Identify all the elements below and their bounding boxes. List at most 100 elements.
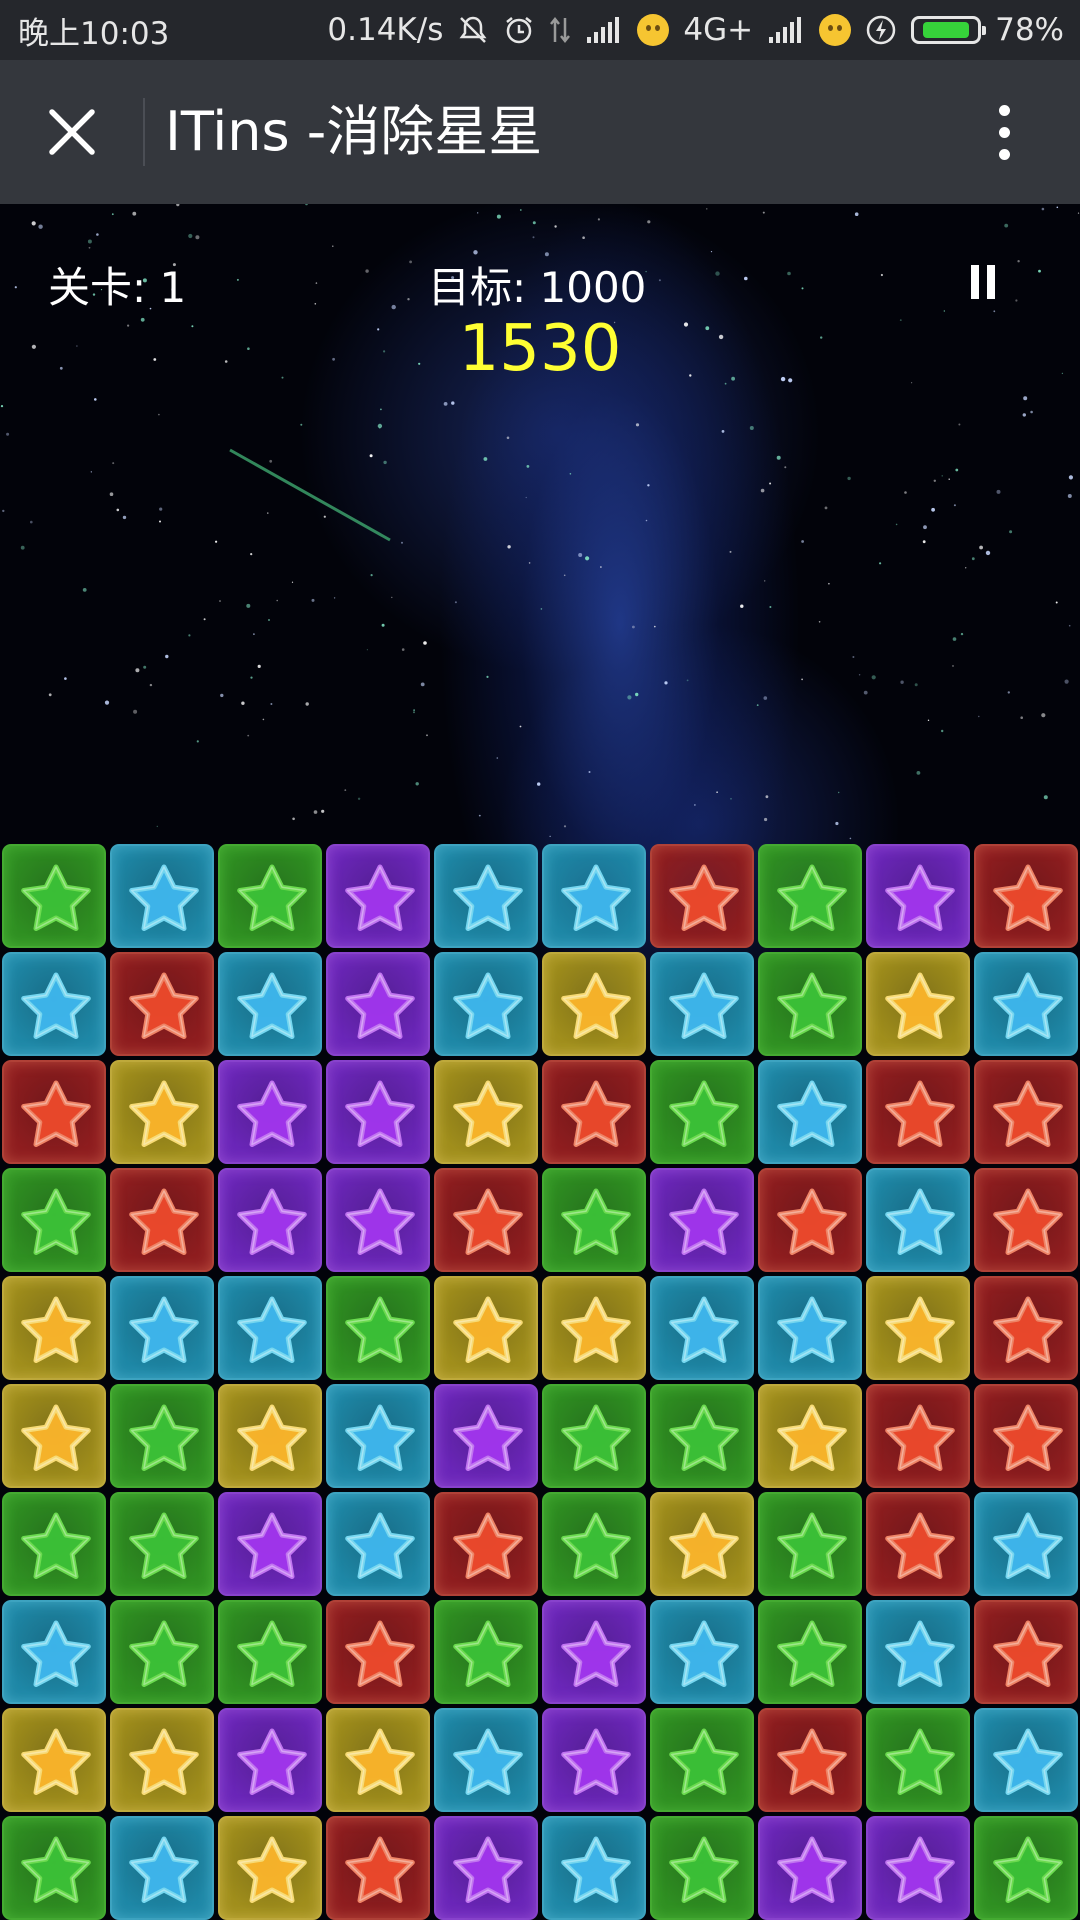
- star-tile-yellow[interactable]: [2, 1276, 106, 1380]
- star-tile-yellow[interactable]: [866, 1276, 970, 1380]
- star-tile-purple[interactable]: [218, 1708, 322, 1812]
- star-tile-green[interactable]: [974, 1816, 1078, 1920]
- star-tile-blue[interactable]: [326, 1492, 430, 1596]
- star-tile-purple[interactable]: [542, 1600, 646, 1704]
- star-tile-blue[interactable]: [866, 1600, 970, 1704]
- star-tile-red[interactable]: [866, 1492, 970, 1596]
- star-tile-blue[interactable]: [758, 1276, 862, 1380]
- star-tile-green[interactable]: [326, 1276, 430, 1380]
- star-tile-green[interactable]: [218, 844, 322, 948]
- star-tile-red[interactable]: [974, 1168, 1078, 1272]
- star-tile-blue[interactable]: [2, 1600, 106, 1704]
- star-tile-yellow[interactable]: [110, 1708, 214, 1812]
- pause-button[interactable]: [955, 254, 1011, 310]
- star-tile-purple[interactable]: [218, 1168, 322, 1272]
- star-tile-green[interactable]: [2, 844, 106, 948]
- star-tile-red[interactable]: [110, 952, 214, 1056]
- star-tile-green[interactable]: [866, 1708, 970, 1812]
- star-tile-green[interactable]: [542, 1168, 646, 1272]
- star-tile-red[interactable]: [866, 1384, 970, 1488]
- star-tile-purple[interactable]: [218, 1060, 322, 1164]
- star-tile-green[interactable]: [2, 1492, 106, 1596]
- star-tile-purple[interactable]: [326, 952, 430, 1056]
- star-tile-green[interactable]: [110, 1384, 214, 1488]
- star-tile-yellow[interactable]: [542, 1276, 646, 1380]
- star-tile-blue[interactable]: [542, 844, 646, 948]
- star-tile-green[interactable]: [650, 1060, 754, 1164]
- star-tile-green[interactable]: [758, 844, 862, 948]
- star-tile-purple[interactable]: [326, 844, 430, 948]
- star-tile-yellow[interactable]: [434, 1276, 538, 1380]
- star-tile-green[interactable]: [434, 1600, 538, 1704]
- star-tile-yellow[interactable]: [434, 1060, 538, 1164]
- star-tile-blue[interactable]: [2, 952, 106, 1056]
- star-tile-blue[interactable]: [650, 1600, 754, 1704]
- star-tile-blue[interactable]: [434, 1708, 538, 1812]
- star-tile-purple[interactable]: [542, 1708, 646, 1812]
- star-tile-blue[interactable]: [218, 952, 322, 1056]
- star-tile-blue[interactable]: [866, 1168, 970, 1272]
- star-tile-blue[interactable]: [110, 1816, 214, 1920]
- game-area[interactable]: 关卡: 1 目标: 1000 1530: [0, 204, 1080, 1920]
- star-tile-blue[interactable]: [326, 1384, 430, 1488]
- star-tile-red[interactable]: [974, 1600, 1078, 1704]
- star-tile-red[interactable]: [326, 1816, 430, 1920]
- star-tile-purple[interactable]: [650, 1168, 754, 1272]
- star-tile-blue[interactable]: [974, 952, 1078, 1056]
- star-tile-yellow[interactable]: [110, 1060, 214, 1164]
- star-tile-yellow[interactable]: [2, 1708, 106, 1812]
- star-tile-red[interactable]: [974, 1384, 1078, 1488]
- star-tile-purple[interactable]: [866, 1816, 970, 1920]
- star-tile-green[interactable]: [650, 1384, 754, 1488]
- star-tile-purple[interactable]: [866, 844, 970, 948]
- star-tile-red[interactable]: [758, 1168, 862, 1272]
- star-tile-yellow[interactable]: [650, 1492, 754, 1596]
- star-tile-green[interactable]: [650, 1708, 754, 1812]
- star-tile-red[interactable]: [434, 1168, 538, 1272]
- more-button[interactable]: [968, 96, 1040, 168]
- star-tile-red[interactable]: [974, 1060, 1078, 1164]
- star-tile-purple[interactable]: [326, 1060, 430, 1164]
- star-tile-red[interactable]: [434, 1492, 538, 1596]
- star-tile-green[interactable]: [2, 1816, 106, 1920]
- star-tile-blue[interactable]: [542, 1816, 646, 1920]
- star-tile-green[interactable]: [218, 1600, 322, 1704]
- star-tile-green[interactable]: [542, 1492, 646, 1596]
- star-tile-red[interactable]: [326, 1600, 430, 1704]
- star-tile-green[interactable]: [758, 952, 862, 1056]
- star-tile-blue[interactable]: [434, 952, 538, 1056]
- star-board[interactable]: [0, 842, 1080, 1920]
- star-tile-purple[interactable]: [758, 1816, 862, 1920]
- star-tile-yellow[interactable]: [218, 1816, 322, 1920]
- star-tile-green[interactable]: [650, 1816, 754, 1920]
- star-tile-green[interactable]: [542, 1384, 646, 1488]
- star-tile-red[interactable]: [974, 1276, 1078, 1380]
- star-tile-yellow[interactable]: [218, 1384, 322, 1488]
- star-tile-green[interactable]: [110, 1492, 214, 1596]
- star-tile-purple[interactable]: [218, 1492, 322, 1596]
- star-tile-red[interactable]: [650, 844, 754, 948]
- star-tile-blue[interactable]: [434, 844, 538, 948]
- star-tile-blue[interactable]: [974, 1708, 1078, 1812]
- star-tile-red[interactable]: [758, 1708, 862, 1812]
- star-tile-blue[interactable]: [650, 952, 754, 1056]
- star-tile-yellow[interactable]: [866, 952, 970, 1056]
- star-tile-yellow[interactable]: [326, 1708, 430, 1812]
- star-tile-blue[interactable]: [650, 1276, 754, 1380]
- star-tile-blue[interactable]: [110, 844, 214, 948]
- star-tile-green[interactable]: [758, 1600, 862, 1704]
- star-tile-purple[interactable]: [434, 1384, 538, 1488]
- star-tile-blue[interactable]: [218, 1276, 322, 1380]
- star-tile-red[interactable]: [110, 1168, 214, 1272]
- star-tile-green[interactable]: [2, 1168, 106, 1272]
- star-tile-yellow[interactable]: [542, 952, 646, 1056]
- star-tile-red[interactable]: [542, 1060, 646, 1164]
- star-tile-purple[interactable]: [434, 1816, 538, 1920]
- star-tile-blue[interactable]: [974, 1492, 1078, 1596]
- star-tile-blue[interactable]: [110, 1276, 214, 1380]
- star-tile-yellow[interactable]: [758, 1384, 862, 1488]
- star-tile-purple[interactable]: [326, 1168, 430, 1272]
- close-button[interactable]: [36, 96, 108, 168]
- star-tile-red[interactable]: [866, 1060, 970, 1164]
- star-tile-blue[interactable]: [758, 1060, 862, 1164]
